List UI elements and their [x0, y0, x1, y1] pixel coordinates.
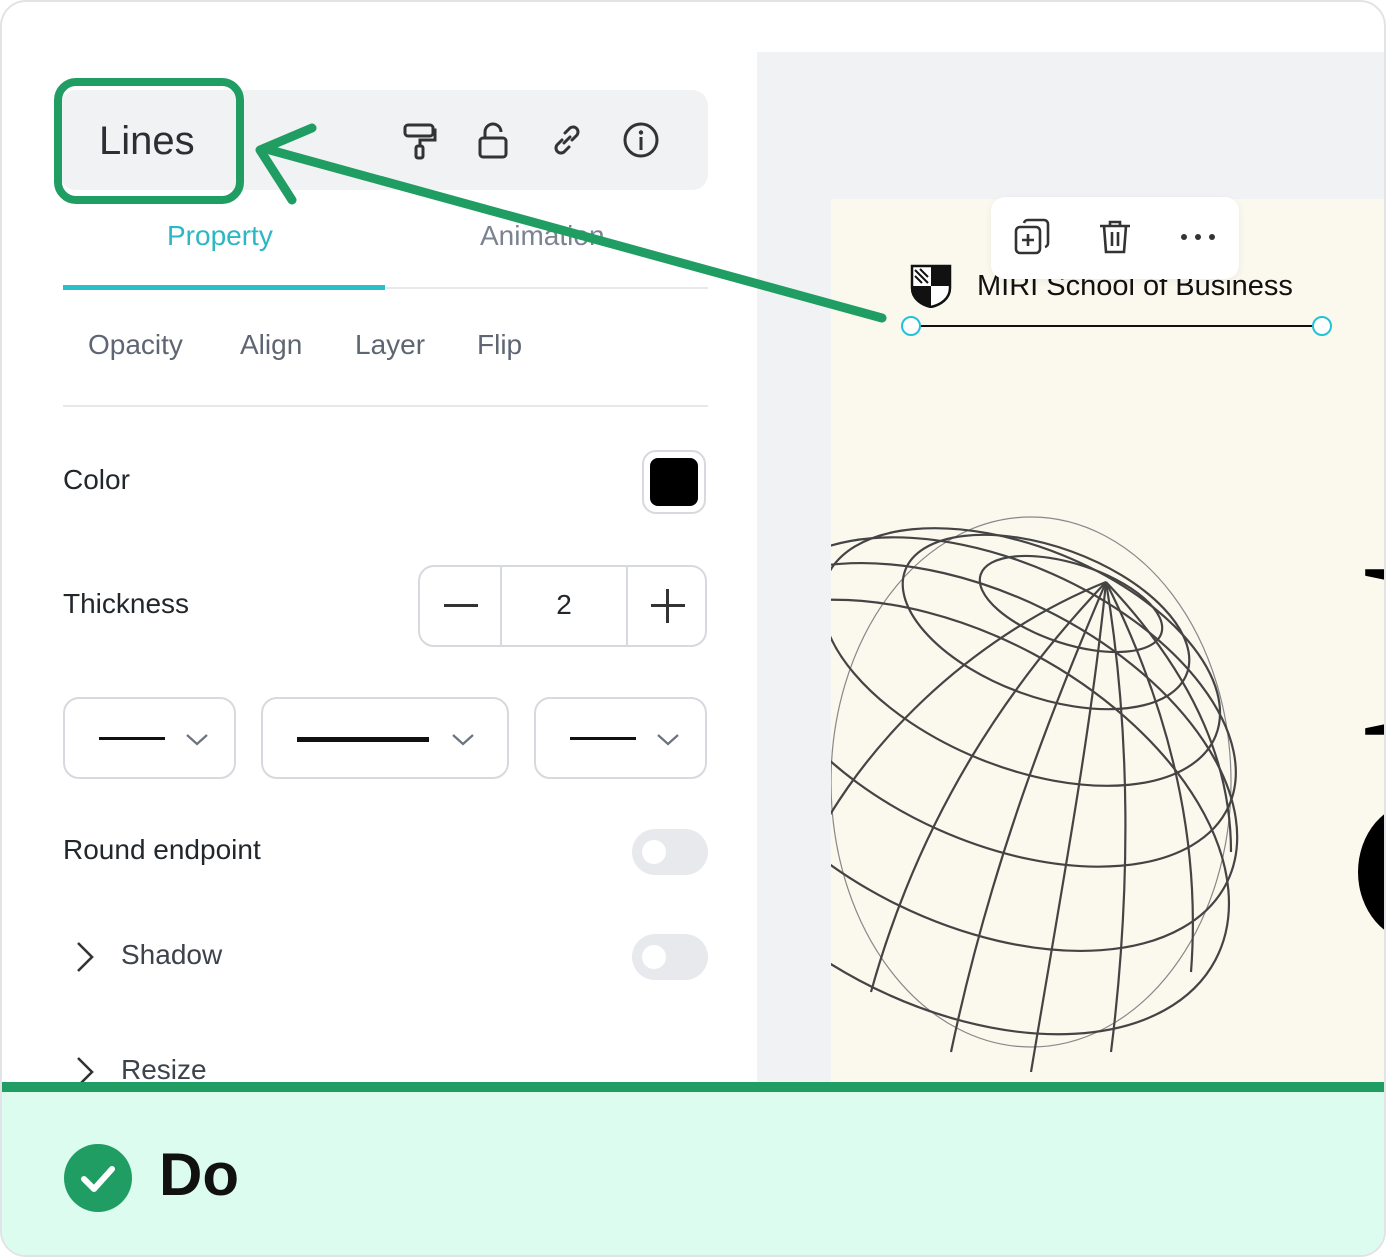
- title-highlight-box: [54, 78, 244, 204]
- trash-icon[interactable]: [1095, 217, 1135, 257]
- toggle-knob: [642, 945, 666, 969]
- school-shield-icon: [910, 264, 952, 308]
- chevron-down-icon: [452, 734, 474, 746]
- shadow-toggle[interactable]: [632, 934, 708, 980]
- subtab-align[interactable]: Align: [240, 329, 302, 361]
- color-swatch[interactable]: [642, 450, 706, 514]
- line-style-dropdown[interactable]: [63, 697, 236, 779]
- divider: [63, 405, 708, 407]
- check-circle-icon: [64, 1144, 132, 1212]
- round-endpoint-toggle[interactable]: [632, 829, 708, 875]
- thickness-value[interactable]: 2: [502, 589, 626, 621]
- color-swatch-fill: [650, 458, 698, 506]
- line-start-handle[interactable]: [901, 316, 921, 336]
- line-end-preview: [570, 737, 636, 740]
- tab-animation[interactable]: Animation: [480, 220, 605, 252]
- lock-icon[interactable]: [473, 120, 513, 160]
- thickness-label: Thickness: [63, 588, 190, 619]
- stepper-divider: [626, 567, 628, 645]
- globe-illustration: [831, 516, 1239, 1072]
- chevron-right-icon[interactable]: [70, 939, 100, 975]
- info-icon[interactable]: [621, 120, 661, 160]
- chevron-down-icon: [657, 734, 679, 746]
- shadow-label[interactable]: Shadow: [121, 939, 222, 971]
- do-label: Do: [159, 1141, 239, 1208]
- decrement-button[interactable]: [444, 604, 478, 607]
- line-end-dropdown[interactable]: [534, 697, 707, 779]
- tab-property[interactable]: Property: [167, 220, 273, 252]
- thickness-stepper: 2: [418, 565, 707, 647]
- line-weight-dropdown[interactable]: [261, 697, 509, 779]
- more-icon[interactable]: [1178, 217, 1218, 257]
- line-style-preview: [99, 737, 165, 740]
- round-endpoint-label: Round endpoint: [63, 834, 261, 865]
- chevron-down-icon: [186, 734, 208, 746]
- example-card: Lines Property Animation Opacity Align L…: [0, 0, 1386, 1257]
- subtab-opacity[interactable]: Opacity: [88, 329, 183, 361]
- duplicate-icon[interactable]: [1012, 217, 1052, 257]
- line-weight-preview: [297, 737, 429, 742]
- subtab-flip[interactable]: Flip: [477, 329, 522, 361]
- tab-active-indicator: [63, 285, 385, 290]
- paint-roller-icon[interactable]: [400, 120, 440, 160]
- link-icon[interactable]: [547, 120, 587, 160]
- line-end-handle[interactable]: [1312, 316, 1332, 336]
- selected-line[interactable]: [912, 325, 1323, 327]
- partial-glyph-round: [1358, 802, 1384, 942]
- partial-glyph: ]: [1358, 542, 1384, 742]
- color-label: Color: [63, 464, 130, 495]
- toggle-knob: [642, 840, 666, 864]
- increment-button-vertical[interactable]: [666, 589, 669, 623]
- subtab-layer[interactable]: Layer: [355, 329, 425, 361]
